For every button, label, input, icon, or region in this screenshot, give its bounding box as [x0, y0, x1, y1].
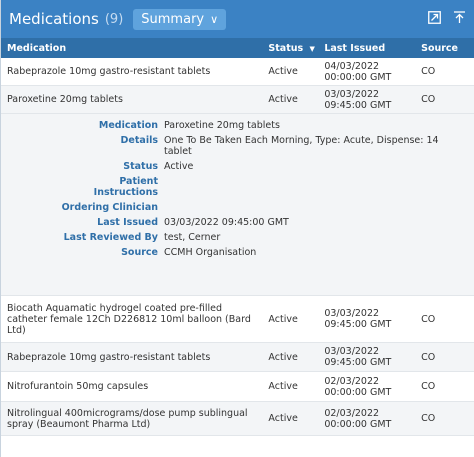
- table-row[interactable]: Rabeprazole 10mg gastro-resistant tablet…: [1, 58, 474, 86]
- row-medication: Biocath Aquamatic hydrogel coated pre-fi…: [7, 302, 251, 336]
- detail-label: Medication: [98, 120, 158, 131]
- detail-value: test, Cerner: [164, 232, 221, 243]
- row-status: Active: [268, 94, 298, 105]
- detail-value: CCMH Organisation: [164, 247, 257, 258]
- row-issued-time: 00:00:00 GMT: [324, 418, 392, 430]
- row-last-issued: 03/03/2022 09:45:00 GMT: [318, 89, 415, 111]
- detail-value: One To Be Taken Each Morning, Type: Acut…: [164, 135, 439, 157]
- table-row[interactable]: Nitrolingual 400micrograms/dose pump sub…: [1, 402, 474, 436]
- detail-label: Source: [121, 247, 158, 258]
- detail-label: Ordering Clinician: [61, 202, 158, 213]
- detail-last-issued: Last Issued 03/03/2022 09:45:00 GMT: [1, 217, 474, 228]
- detail-value: Paroxetine 20mg tablets: [164, 120, 280, 131]
- row-last-issued: 02/03/2022 00:00:00 GMT: [318, 376, 415, 398]
- detail-value: [164, 202, 474, 213]
- detail-label: Patient Instructions: [1, 176, 164, 198]
- column-status[interactable]: Status ▼: [264, 43, 318, 54]
- panel-title: Medications: [9, 10, 99, 28]
- detail-details: Details One To Be Taken Each Morning, Ty…: [1, 135, 474, 157]
- table-row-selected[interactable]: Paroxetine 20mg tablets Active 03/03/202…: [1, 86, 474, 114]
- row-status: Active: [268, 413, 298, 424]
- row-issued-date: 03/03/2022: [324, 346, 380, 357]
- row-issued-date: 02/03/2022: [324, 375, 380, 387]
- table-header: Medication Status ▼ Last Issued Source: [1, 38, 474, 58]
- row-source: CO: [421, 66, 436, 77]
- row-issued-time: 00:00:00 GMT: [324, 386, 392, 398]
- row-medication: Rabeprazole 10mg gastro-resistant tablet…: [7, 351, 211, 363]
- row-issued-time: 09:45:00 GMT: [324, 319, 392, 330]
- detail-label-line: Instructions: [93, 187, 158, 198]
- row-source: CO: [421, 381, 436, 392]
- row-last-issued: 03/03/2022 09:45:00 GMT: [318, 346, 415, 368]
- row-last-issued: 02/03/2022 00:00:00 GMT: [318, 408, 415, 430]
- row-issued-date: 03/03/2022: [324, 88, 380, 100]
- medication-detail-panel: Medication Paroxetine 20mg tablets Detai…: [1, 114, 474, 296]
- title-bar-icons: [428, 10, 466, 28]
- row-issued-time: 00:00:00 GMT: [324, 71, 392, 83]
- row-issued-date: 02/03/2022: [324, 407, 380, 419]
- row-issued-date: 03/03/2022: [324, 308, 380, 319]
- table-row[interactable]: Rabeprazole 10mg gastro-resistant tablet…: [1, 343, 474, 372]
- row-medication: Rabeprazole 10mg gastro-resistant tablet…: [7, 66, 211, 77]
- expand-icon[interactable]: [428, 10, 441, 28]
- detail-status: Status Active: [1, 161, 474, 172]
- detail-label: Details: [120, 135, 158, 146]
- row-issued-date: 04/03/2022: [324, 60, 380, 72]
- sort-desc-icon: ▼: [309, 44, 315, 53]
- row-status: Active: [268, 351, 298, 363]
- row-status: Active: [268, 313, 298, 325]
- scroll-top-icon[interactable]: [453, 10, 466, 28]
- row-source: CO: [421, 313, 436, 325]
- row-issued-time: 09:45:00 GMT: [324, 357, 392, 368]
- column-source[interactable]: Source: [415, 43, 474, 54]
- detail-value: Active: [164, 161, 194, 172]
- detail-last-reviewed: Last Reviewed By test, Cerner: [1, 232, 474, 243]
- row-issued-time: 09:45:00 GMT: [324, 99, 392, 111]
- table-row[interactable]: Nitrofurantoin 50mg capsules Active 02/0…: [1, 372, 474, 402]
- medication-count: (9): [104, 11, 124, 27]
- detail-value: [164, 176, 474, 198]
- row-status: Active: [268, 66, 298, 77]
- detail-label-line: Patient: [119, 176, 158, 187]
- column-medication[interactable]: Medication: [1, 43, 264, 54]
- detail-patient-instructions: Patient Instructions: [1, 176, 474, 198]
- column-status-label: Status: [268, 42, 304, 54]
- row-source: CO: [421, 94, 436, 105]
- detail-source: Source CCMH Organisation: [1, 247, 474, 258]
- detail-value: 03/03/2022 09:45:00 GMT: [164, 217, 289, 228]
- row-last-issued: 03/03/2022 09:45:00 GMT: [318, 308, 415, 330]
- row-medication: Nitrofurantoin 50mg capsules: [7, 381, 149, 392]
- row-source: CO: [421, 351, 436, 363]
- detail-label: Status: [123, 161, 158, 172]
- title-bar: Medications (9) Summary ∨: [1, 0, 474, 38]
- detail-label: Last Reviewed By: [63, 232, 158, 243]
- summary-dropdown[interactable]: Summary ∨: [133, 8, 227, 30]
- row-status: Active: [268, 381, 298, 392]
- row-source: CO: [421, 413, 436, 424]
- detail-ordering-clinician: Ordering Clinician: [1, 202, 474, 213]
- row-medication: Nitrolingual 400micrograms/dose pump sub…: [7, 407, 248, 430]
- detail-label: Last Issued: [97, 217, 158, 228]
- medications-panel: Medications (9) Summary ∨ Medication Sta…: [0, 0, 474, 457]
- summary-label: Summary: [141, 11, 205, 27]
- detail-medication: Medication Paroxetine 20mg tablets: [1, 120, 474, 131]
- column-last-issued[interactable]: Last Issued: [318, 43, 415, 54]
- table-row[interactable]: Biocath Aquamatic hydrogel coated pre-fi…: [1, 296, 474, 343]
- row-last-issued: 04/03/2022 00:00:00 GMT: [318, 61, 415, 83]
- row-medication: Paroxetine 20mg tablets: [7, 94, 123, 105]
- chevron-down-icon: ∨: [210, 12, 219, 26]
